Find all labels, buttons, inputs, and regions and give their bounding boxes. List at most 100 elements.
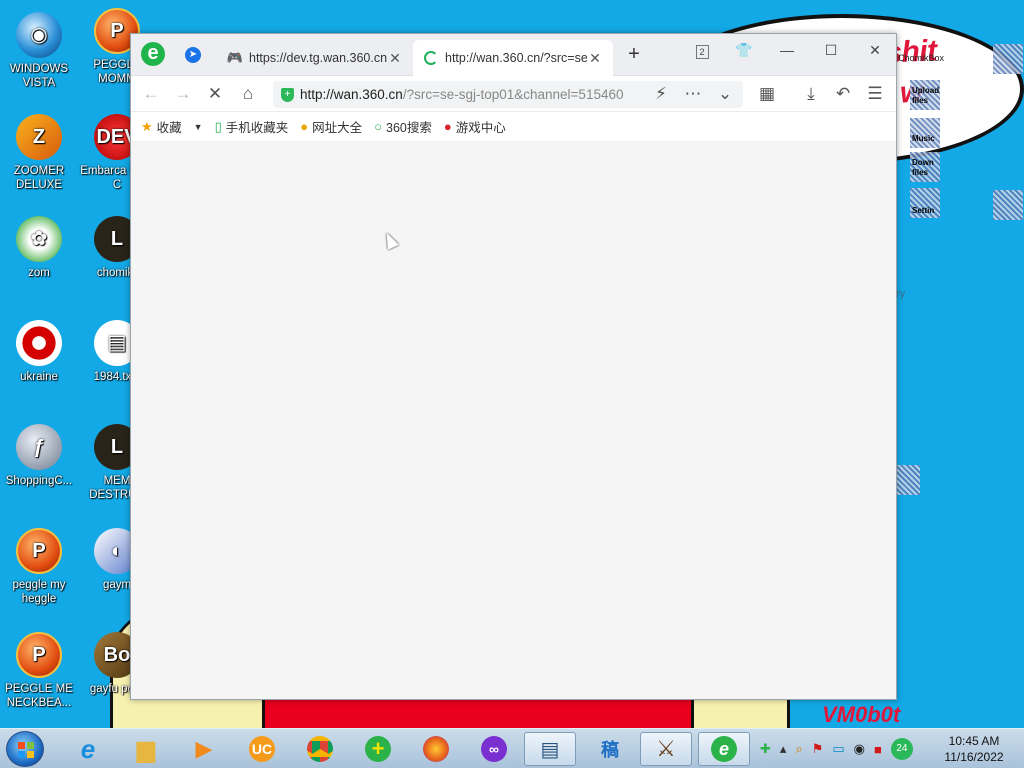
undo-icon[interactable]: ↶ <box>831 82 855 106</box>
wallpaper-watermark: VM0b0t <box>822 702 901 727</box>
window-count-button[interactable]: 2 <box>687 38 717 62</box>
page-content-area[interactable] <box>131 143 896 699</box>
taskbar-firefox[interactable] <box>410 732 462 766</box>
bookmarks-bar: ★ 收藏 ▼ ▯ 手机收藏夹 ● 网址大全 ○ 360搜索 ● 游戏中心 <box>131 112 896 142</box>
desktop-icon-ukraine[interactable]: ukraine <box>2 320 76 384</box>
mask-icon: ∞ <box>481 736 507 762</box>
widget-music-button[interactable] <box>910 118 940 148</box>
back-button[interactable]: ← <box>139 82 163 106</box>
tray-360-icon[interactable]: ✚ <box>760 741 771 757</box>
crossed-swords-icon: ⚔ <box>656 736 676 761</box>
tab-bar: e ➤ 🎮 https://dev.tg.wan.360.cn ✕ http:/… <box>131 34 896 76</box>
tab-title: https://dev.tg.wan.360.cn <box>249 51 387 65</box>
maximize-button[interactable]: ☐ <box>816 38 846 62</box>
firefox-icon <box>423 736 449 762</box>
star-icon: ★ <box>141 118 153 134</box>
desktop-icon-label: ukraine <box>20 371 58 383</box>
gamepad-icon: 🎮 <box>226 50 244 65</box>
tray-search-icon[interactable]: ⌕ <box>795 741 802 757</box>
browser-window[interactable]: e ➤ 🎮 https://dev.tg.wan.360.cn ✕ http:/… <box>130 33 897 700</box>
flower-icon: ✿ <box>16 216 62 262</box>
new-tab-button[interactable]: + <box>623 44 645 66</box>
taskbar-media-player[interactable]: ▶ <box>178 732 230 766</box>
security-shield-icon: + <box>281 87 294 102</box>
desktop-icon-label: ShoppingC... <box>5 475 73 487</box>
tray-expand-icon[interactable]: ▴ <box>780 741 787 757</box>
desktop-icon-label: peggle my heggle <box>12 579 66 605</box>
chevron-down-icon[interactable]: ▼ <box>194 122 203 132</box>
download-icon[interactable]: ⤓ <box>799 82 823 106</box>
folder-icon: ▆ <box>136 735 156 763</box>
uc-browser-icon: UC <box>249 736 275 762</box>
tray-security-icon[interactable]: ■ <box>874 742 882 757</box>
tray-record-icon[interactable]: ◉ <box>854 741 865 757</box>
close-icon[interactable]: ✕ <box>387 50 403 67</box>
desktop-icon-peggle-my-heggle[interactable]: P peggle my heggle <box>2 528 76 606</box>
close-window-button[interactable]: ✕ <box>860 38 890 62</box>
apps-grid-icon[interactable]: ▦ <box>755 82 779 106</box>
widget-music-label: Music <box>912 134 935 143</box>
taskbar-uc-browser[interactable]: UC <box>236 732 288 766</box>
side-widget-title: ChomikBox <box>898 53 945 63</box>
skin-shirt-icon[interactable]: 👕 <box>729 38 759 62</box>
start-button[interactable] <box>6 731 44 767</box>
system-clock[interactable]: 10:45 AM 11/16/2022 <box>936 733 1012 765</box>
widget-download-label: Down files <box>912 158 934 177</box>
desktop-icon-label: zom <box>28 267 50 279</box>
more-icon[interactable]: ⋯ <box>681 82 705 106</box>
desktop-icon-label: PEGGLE ME NECKBEA... <box>5 683 73 709</box>
taskbar-360-safe[interactable]: + <box>352 732 404 766</box>
address-path: /?src=se-sgj-top01&channel=515460 <box>402 87 624 102</box>
window-count-badge: 2 <box>695 45 709 59</box>
minimize-button[interactable]: — <box>772 38 802 62</box>
taskbar-game[interactable]: ⚔ <box>640 732 692 766</box>
menu-icon[interactable]: ☰ <box>863 82 887 106</box>
clock-date: 11/16/2022 <box>944 750 1004 764</box>
stop-loading-button[interactable]: ✕ <box>203 82 227 106</box>
bookmark-url-directory[interactable]: ● 网址大全 <box>300 117 362 136</box>
taskbar-notepad[interactable]: ▤ <box>524 732 576 766</box>
phone-icon: ▯ <box>214 118 222 134</box>
desktop-icon-zoomer-deluxe[interactable]: Z ZOOMER DELUXE <box>2 114 76 192</box>
taskbar-ie[interactable]: e <box>62 732 114 766</box>
tab-wan-360[interactable]: http://wan.360.cn/?src=se ✕ <box>413 40 613 76</box>
home-button[interactable]: ⌂ <box>236 82 260 106</box>
taskbar-chinese-app[interactable]: 稿 <box>584 732 636 766</box>
desktop-icon-zom[interactable]: ✿ zom <box>2 216 76 280</box>
lightning-icon[interactable]: ⚡ <box>649 82 673 106</box>
desktop-icon-windows-vista[interactable]: ◉ WINDOWS VISTA <box>2 12 76 90</box>
tab-title: http://wan.360.cn/?src=se <box>445 51 587 65</box>
bookmark-favorites[interactable]: ★ 收藏 ▼ <box>141 117 203 136</box>
chevron-down-icon[interactable]: ⌄ <box>713 82 737 106</box>
bookmark-game-center[interactable]: ● 游戏中心 <box>444 117 506 136</box>
360-browser-logo-icon[interactable]: e <box>141 42 165 66</box>
taskbar-mask-app[interactable]: ∞ <box>468 732 520 766</box>
clock-time: 10:45 AM <box>948 734 1000 748</box>
close-icon[interactable]: ✕ <box>587 50 603 67</box>
taskbar-chrome[interactable] <box>294 732 346 766</box>
widget-upload-label: Upload files <box>912 86 940 105</box>
globe-icon: ● <box>300 119 309 134</box>
desktop-icon-shoppingc[interactable]: ƒ ShoppingC... <box>2 424 76 488</box>
tray-360-badge[interactable]: 24 <box>890 738 913 760</box>
forward-button[interactable]: → <box>171 82 195 106</box>
chrome-icon <box>307 736 333 762</box>
radiation-icon <box>16 320 62 366</box>
taskbar-explorer[interactable]: ▆ <box>120 732 172 766</box>
compass-icon[interactable]: ➤ <box>185 47 201 63</box>
flash-icon: ƒ <box>16 424 62 470</box>
tray-flag-icon[interactable]: ⚑ <box>812 741 824 757</box>
notepad-icon: ▤ <box>540 738 560 761</box>
360-browser-icon: e <box>711 736 737 762</box>
tray-monitor-icon[interactable]: ▭ <box>832 741 844 757</box>
zoomer-icon: Z <box>16 114 62 160</box>
checker-patch <box>993 44 1023 74</box>
tab-dev-tg[interactable]: 🎮 https://dev.tg.wan.360.cn ✕ <box>217 40 413 76</box>
bookmark-360-search[interactable]: ○ 360搜索 <box>374 117 432 136</box>
windows-vista-icon: ◉ <box>16 12 62 58</box>
bookmark-mobile-favorites[interactable]: ▯ 手机收藏夹 <box>215 117 289 136</box>
peggle-icon: P <box>16 528 62 574</box>
taskbar-360-browser[interactable]: e <box>698 732 750 766</box>
bookmark-label: 360搜索 <box>386 121 432 135</box>
desktop-icon-peggle-me-neckbea[interactable]: P PEGGLE ME NECKBEA... <box>2 632 76 710</box>
